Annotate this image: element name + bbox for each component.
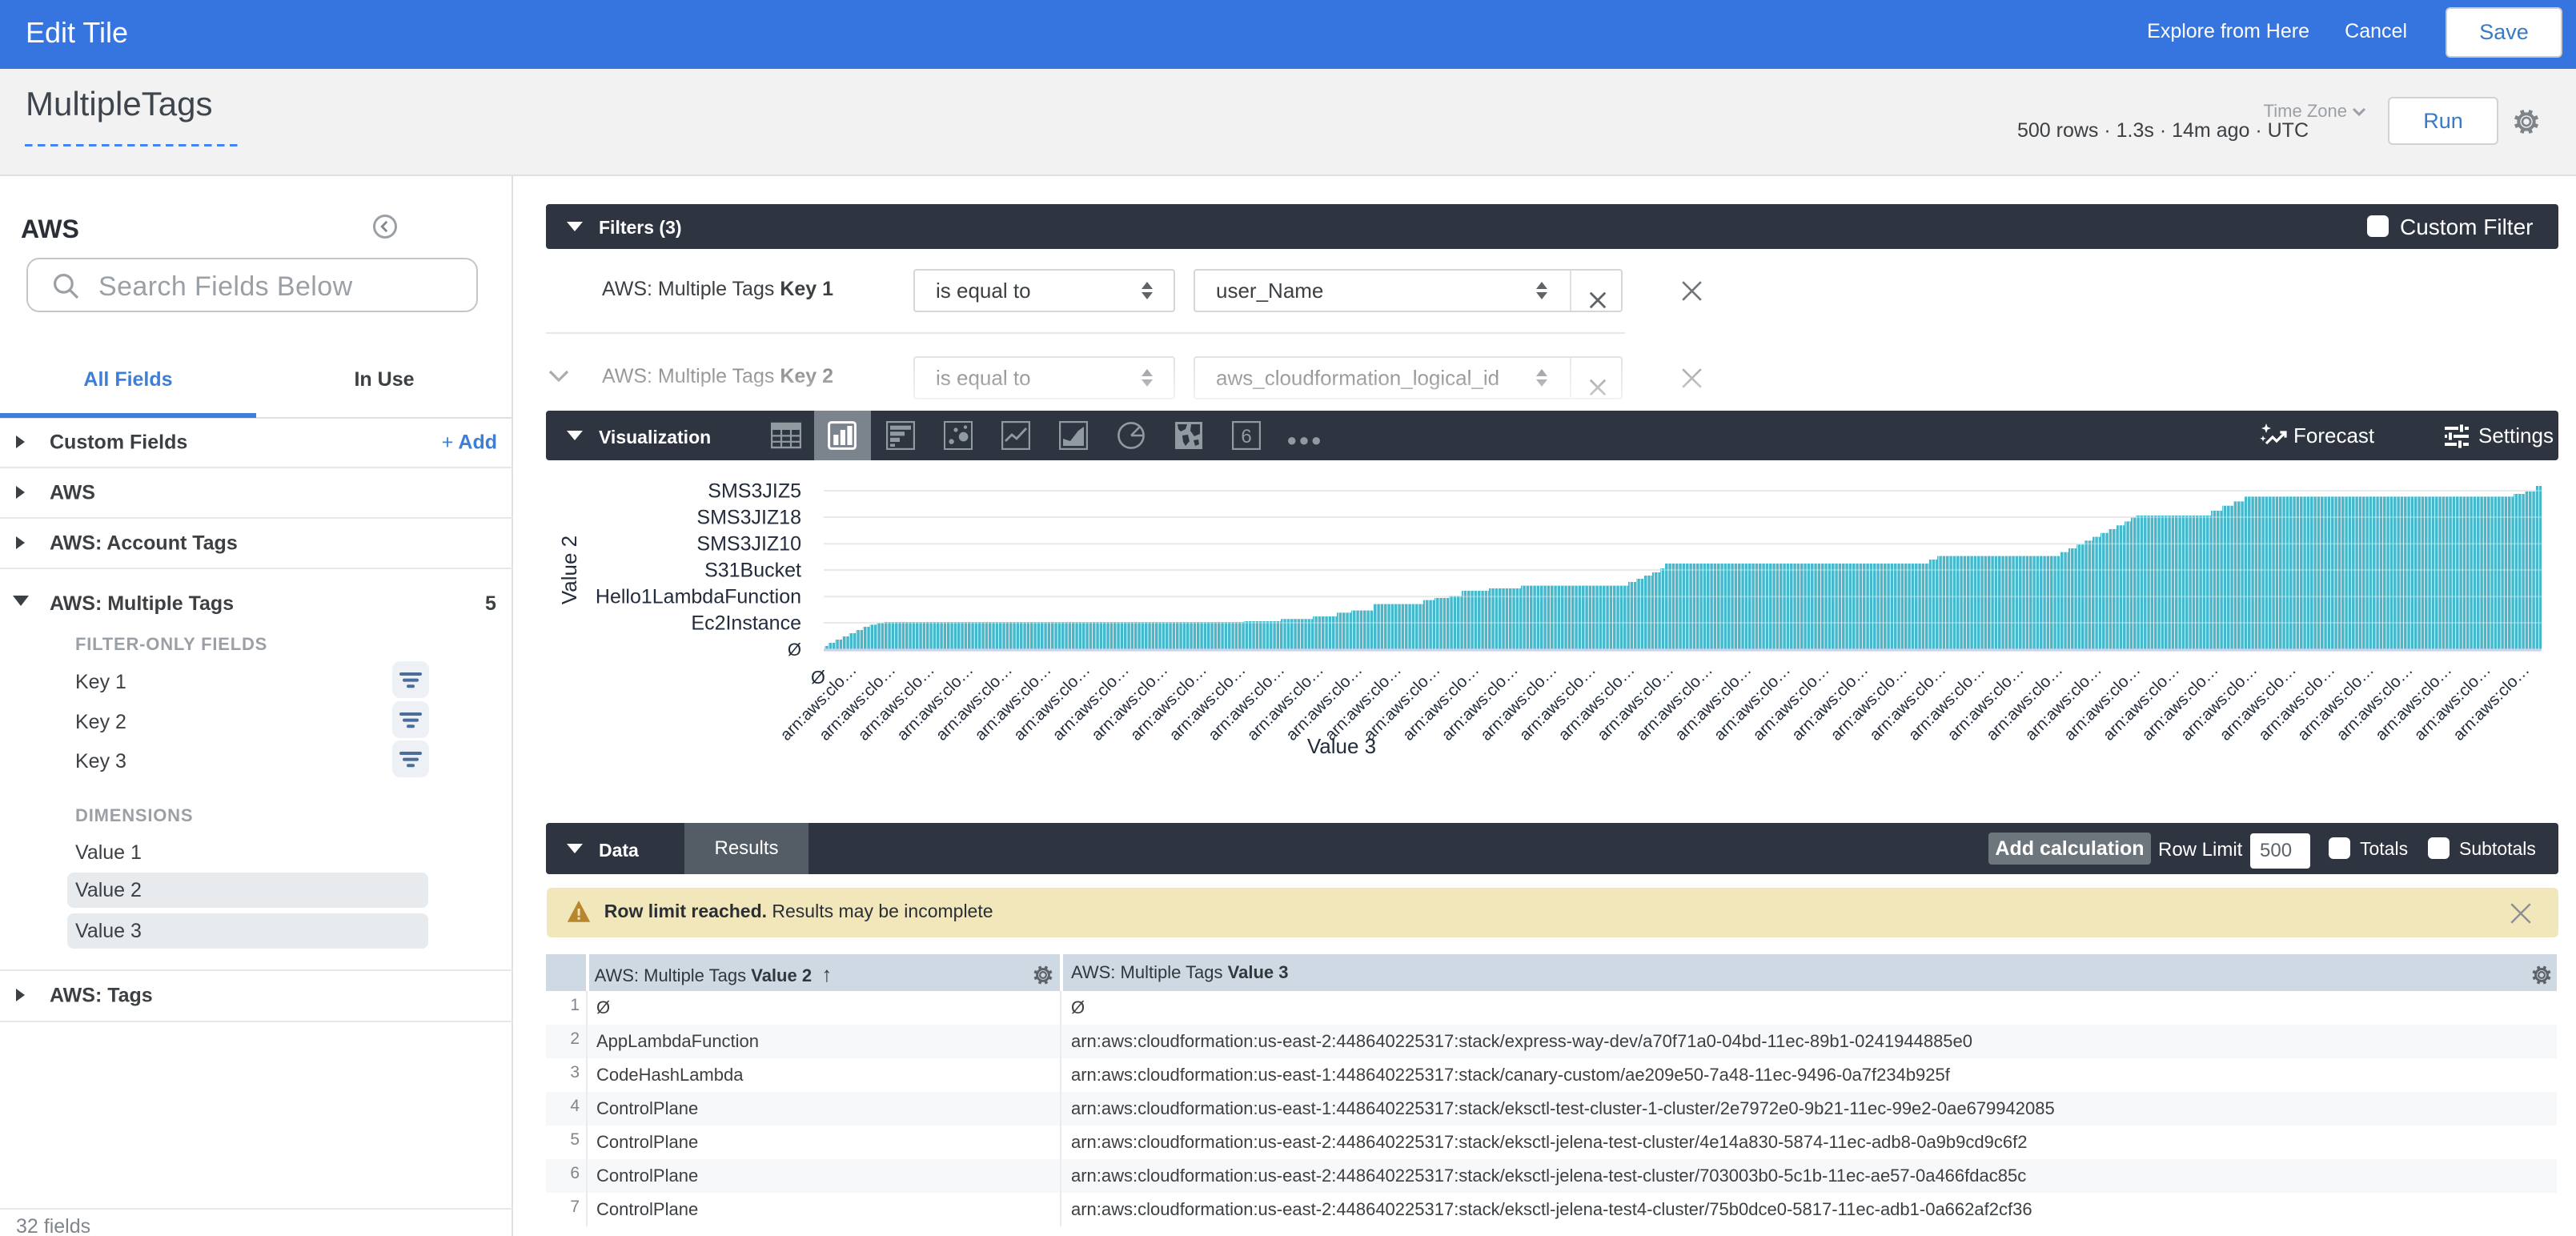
svg-text:arn:aws:clo…: arn:aws:clo… [1632,660,1715,744]
svg-text:arn:aws:clo…: arn:aws:clo… [2138,660,2221,744]
svg-text:SMS3JIZ18: SMS3JIZ18 [696,506,801,528]
svg-text:arn:aws:clo…: arn:aws:clo… [2021,660,2105,744]
svg-text:arn:aws:clo…: arn:aws:clo… [1088,660,1171,744]
svg-text:arn:aws:clo…: arn:aws:clo… [2294,660,2377,744]
svg-text:Value 3: Value 3 [1307,734,1376,758]
svg-text:arn:aws:clo…: arn:aws:clo… [1322,660,1405,744]
svg-text:arn:aws:clo…: arn:aws:clo… [933,660,1016,744]
svg-text:arn:aws:clo…: arn:aws:clo… [1711,660,1794,744]
svg-text:arn:aws:clo…: arn:aws:clo… [1555,660,1638,744]
svg-text:arn:aws:clo…: arn:aws:clo… [776,660,860,744]
svg-text:arn:aws:clo…: arn:aws:clo… [2060,660,2144,744]
svg-text:Value 2: Value 2 [557,536,581,604]
svg-text:arn:aws:clo…: arn:aws:clo… [1166,660,1249,744]
svg-text:Ø: Ø [811,667,825,688]
svg-text:arn:aws:clo…: arn:aws:clo… [1282,660,1366,744]
svg-text:arn:aws:clo…: arn:aws:clo… [893,660,977,744]
svg-text:arn:aws:clo…: arn:aws:clo… [1788,660,1872,744]
svg-text:arn:aws:clo…: arn:aws:clo… [2100,660,2183,744]
svg-text:arn:aws:clo…: arn:aws:clo… [816,660,899,744]
svg-text:Ø: Ø [788,640,801,660]
svg-text:arn:aws:clo…: arn:aws:clo… [1205,660,1288,744]
svg-text:arn:aws:clo…: arn:aws:clo… [1127,660,1210,744]
svg-text:arn:aws:clo…: arn:aws:clo… [2177,660,2261,744]
svg-text:arn:aws:clo…: arn:aws:clo… [2372,660,2455,744]
svg-text:SMS3JIZ10: SMS3JIZ10 [696,533,801,556]
svg-text:arn:aws:clo…: arn:aws:clo… [1438,660,1521,744]
svg-text:arn:aws:clo…: arn:aws:clo… [2410,660,2494,744]
svg-text:arn:aws:clo…: arn:aws:clo… [1749,660,1832,744]
svg-text:arn:aws:clo…: arn:aws:clo… [1866,660,1949,744]
svg-text:arn:aws:clo…: arn:aws:clo… [1049,660,1132,744]
svg-text:arn:aws:clo…: arn:aws:clo… [1010,660,1093,744]
svg-text:SMS3JIZ5: SMS3JIZ5 [708,480,801,502]
svg-text:6: 6 [1241,426,1251,447]
svg-text:arn:aws:clo…: arn:aws:clo… [1905,660,1988,744]
svg-text:arn:aws:clo…: arn:aws:clo… [1243,660,1326,744]
svg-text:arn:aws:clo…: arn:aws:clo… [2450,660,2533,744]
svg-text:arn:aws:clo…: arn:aws:clo… [2255,660,2338,744]
svg-text:arn:aws:clo…: arn:aws:clo… [1399,660,1483,744]
svg-text:arn:aws:clo…: arn:aws:clo… [1827,660,1910,744]
svg-text:arn:aws:clo…: arn:aws:clo… [2216,660,2299,744]
svg-text:arn:aws:clo…: arn:aws:clo… [2333,660,2416,744]
svg-text:arn:aws:clo…: arn:aws:clo… [1477,660,1560,744]
svg-text:arn:aws:clo…: arn:aws:clo… [1594,660,1677,744]
svg-text:S31Bucket: S31Bucket [704,559,801,581]
svg-text:arn:aws:clo…: arn:aws:clo… [1983,660,2066,744]
svg-text:Hello1LambdaFunction: Hello1LambdaFunction [596,586,801,608]
svg-text:Ec2Instance: Ec2Instance [691,612,801,634]
svg-text:arn:aws:clo…: arn:aws:clo… [1360,660,1443,744]
svg-text:arn:aws:clo…: arn:aws:clo… [1516,660,1599,744]
svg-text:arn:aws:clo…: arn:aws:clo… [854,660,937,744]
svg-text:arn:aws:clo…: arn:aws:clo… [1671,660,1755,744]
svg-text:arn:aws:clo…: arn:aws:clo… [1944,660,2027,744]
svg-text:arn:aws:clo…: arn:aws:clo… [971,660,1054,744]
